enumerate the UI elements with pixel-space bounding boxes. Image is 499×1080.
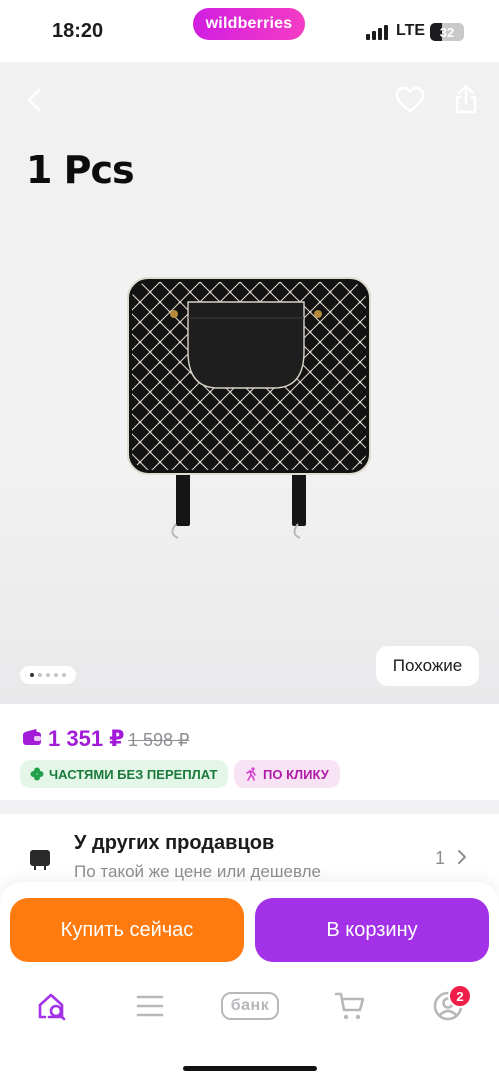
other-sellers-count: 1 (435, 848, 446, 868)
network-type: LTE (396, 22, 426, 39)
gallery-pagination (20, 666, 76, 684)
home-indicator (183, 1066, 317, 1071)
pagination-dot (38, 673, 42, 677)
product-image (127, 277, 371, 539)
tab-cart[interactable] (328, 984, 372, 1028)
chevron-right-icon (458, 850, 466, 864)
home-search-icon (38, 993, 66, 1021)
pagination-dot (30, 673, 34, 677)
battery-level: 32 (439, 24, 455, 40)
cart-icon (334, 992, 365, 1020)
tab-bank[interactable]: банк (216, 984, 284, 1028)
menu-icon (136, 995, 164, 1017)
tab-catalog[interactable] (130, 984, 170, 1028)
pagination-dot (46, 673, 50, 677)
status-bar: 18:20 wildberries LTE 32 (0, 0, 499, 62)
one-click-badge[interactable]: ПО КЛИКУ (234, 760, 340, 788)
seller-thumbnail (22, 840, 58, 876)
running-icon (246, 767, 256, 781)
favorite-button[interactable] (392, 82, 428, 118)
share-icon (455, 84, 477, 114)
price-card: 1 351 ₽ 1 598 ₽ ЧАСТЯМИ БЕЗ ПЕРЕПЛАТ ПО … (0, 704, 499, 800)
pagination-dot (54, 673, 58, 677)
clover-icon (30, 767, 44, 781)
other-sellers-title: У других продавцов (74, 832, 275, 854)
similar-button[interactable]: Похожие (376, 646, 479, 686)
product-gallery[interactable]: 1 Pcs Похожие (0, 62, 499, 704)
brand-logo: wildberries (193, 8, 305, 40)
tab-home[interactable] (30, 984, 74, 1028)
add-to-cart-button[interactable]: В корзину (255, 898, 489, 962)
pagination-dot (62, 673, 66, 677)
bottom-action-bar: Купить сейчас В корзину банк (0, 882, 499, 1080)
photo-caption: 1 Pcs (26, 148, 135, 192)
battery-icon: 32 (430, 23, 464, 41)
old-price: 1 598 ₽ (128, 730, 190, 750)
status-time: 18:20 (52, 20, 104, 42)
signal-icon (366, 24, 388, 40)
back-button[interactable] (16, 82, 52, 118)
other-sellers-subtitle: По такой же цене или дешевле (74, 862, 321, 881)
buy-now-button[interactable]: Купить сейчас (10, 898, 244, 962)
wallet-icon (23, 729, 41, 745)
profile-notification-badge: 2 (448, 984, 472, 1008)
bank-label: банк (220, 992, 280, 1020)
back-icon (27, 88, 41, 112)
share-button[interactable] (448, 80, 484, 118)
section-divider (0, 800, 499, 814)
current-price: 1 351 ₽ (48, 726, 125, 751)
installment-badge[interactable]: ЧАСТЯМИ БЕЗ ПЕРЕПЛАТ (20, 760, 228, 788)
one-click-label: ПО КЛИКУ (263, 766, 329, 782)
installment-label: ЧАСТЯМИ БЕЗ ПЕРЕПЛАТ (49, 766, 218, 782)
heart-icon (395, 86, 425, 113)
